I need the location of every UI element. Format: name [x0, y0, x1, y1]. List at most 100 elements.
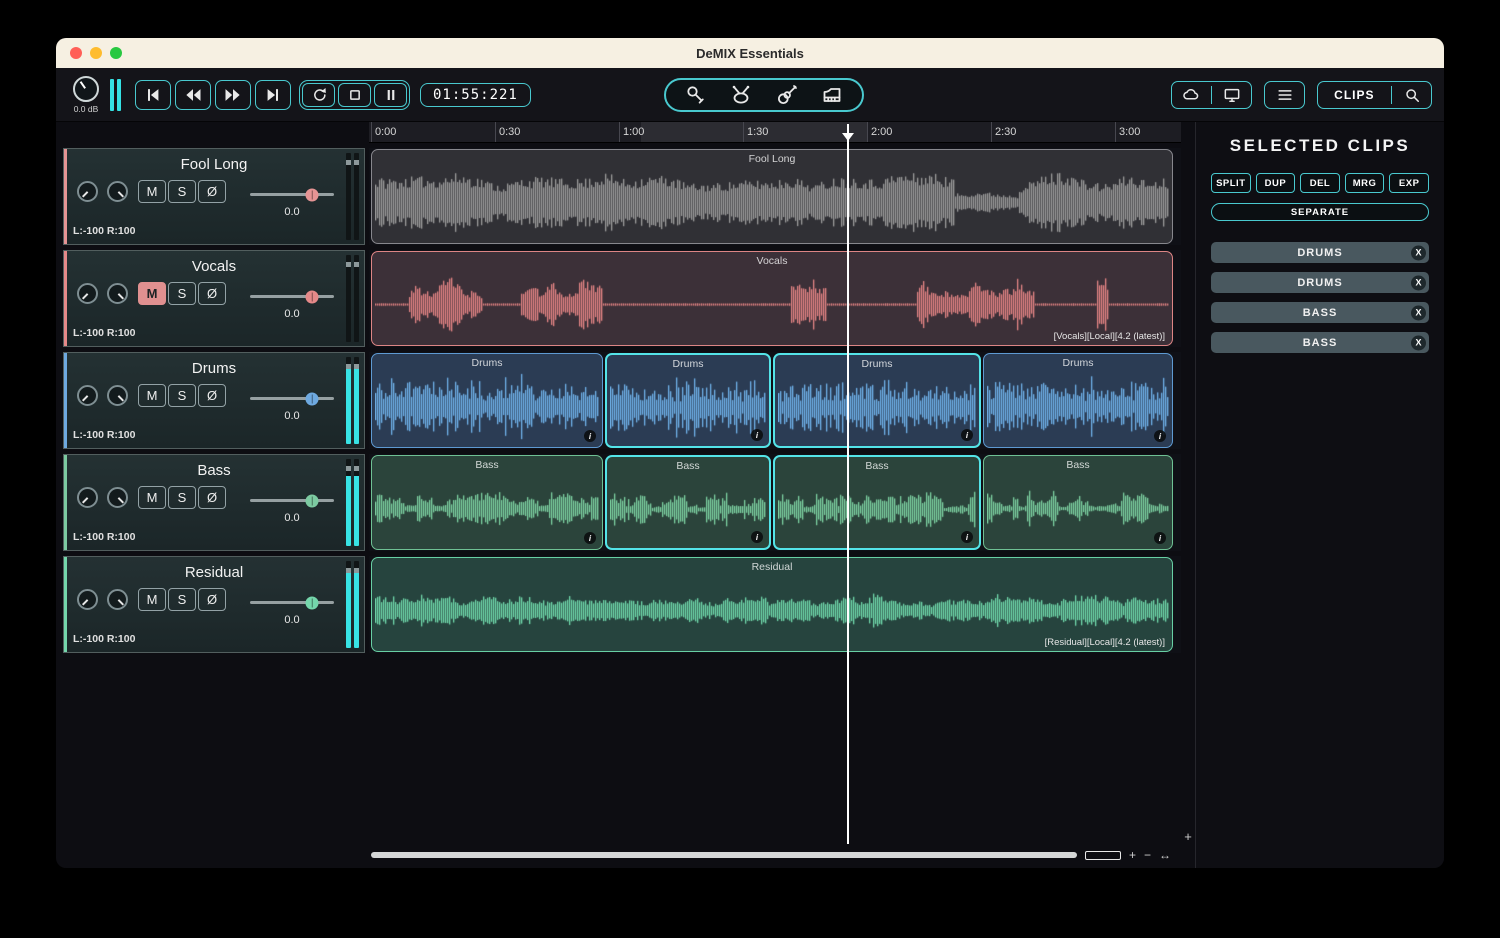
- solo-button[interactable]: S: [168, 180, 196, 203]
- info-icon[interactable]: i: [961, 531, 973, 543]
- zoom-out-icon[interactable]: −: [1144, 850, 1151, 860]
- volume-slider[interactable]: [250, 193, 334, 196]
- phase-button[interactable]: Ø: [198, 282, 226, 305]
- mute-button[interactable]: M: [138, 588, 166, 611]
- export-button[interactable]: EXP: [1389, 173, 1429, 193]
- duplicate-button[interactable]: DUP: [1256, 173, 1296, 193]
- selected-clip-item[interactable]: BASS X: [1211, 332, 1429, 353]
- pan-left-knob[interactable]: [77, 589, 98, 610]
- remove-clip-icon[interactable]: X: [1411, 335, 1426, 350]
- time-display[interactable]: 01:55:221: [420, 83, 531, 107]
- rewind-button[interactable]: [175, 80, 211, 110]
- info-icon[interactable]: i: [1154, 430, 1166, 442]
- pan-left-knob[interactable]: [77, 181, 98, 202]
- clip-bass-3[interactable]: Bass i: [773, 455, 981, 550]
- clip-residual[interactable]: Residual [Residual][Local][4.2 (latest)]: [371, 557, 1173, 652]
- clips-button[interactable]: CLIPS: [1318, 82, 1390, 108]
- remove-clip-icon[interactable]: X: [1411, 245, 1426, 260]
- volume-slider-handle[interactable]: [306, 392, 319, 405]
- cloud-icon[interactable]: [1172, 82, 1211, 108]
- clip-drums-3[interactable]: Drums i: [773, 353, 981, 448]
- pan-left-knob[interactable]: [77, 283, 98, 304]
- separate-button[interactable]: SEPARATE: [1211, 203, 1429, 221]
- search-icon[interactable]: [1392, 82, 1431, 108]
- solo-button[interactable]: S: [168, 384, 196, 407]
- display-icon[interactable]: [1212, 82, 1251, 108]
- merge-button[interactable]: MRG: [1345, 173, 1385, 193]
- pan-left-knob[interactable]: [77, 385, 98, 406]
- pan-right-knob[interactable]: [107, 385, 128, 406]
- delete-button[interactable]: DEL: [1300, 173, 1340, 193]
- volume-slider[interactable]: [250, 295, 334, 298]
- mute-button[interactable]: M: [138, 384, 166, 407]
- zoom-in-icon[interactable]: +: [1129, 850, 1136, 860]
- close-button[interactable]: [70, 47, 82, 59]
- phase-button[interactable]: Ø: [198, 588, 226, 611]
- pause-button[interactable]: [374, 83, 407, 107]
- clip-fool-long[interactable]: Fool Long: [371, 149, 1173, 244]
- volume-slider[interactable]: [250, 499, 334, 502]
- menu-icon[interactable]: [1265, 82, 1304, 108]
- mute-button[interactable]: M: [138, 282, 166, 305]
- skip-start-button[interactable]: [135, 80, 171, 110]
- volume-slider-handle[interactable]: [306, 596, 319, 609]
- microphone-icon[interactable]: [679, 81, 711, 109]
- info-icon[interactable]: i: [584, 532, 596, 544]
- volume-slider-handle[interactable]: [306, 290, 319, 303]
- stop-button[interactable]: [338, 83, 371, 107]
- loop-button[interactable]: [302, 83, 335, 107]
- fast-forward-button[interactable]: [215, 80, 251, 110]
- split-button[interactable]: SPLIT: [1211, 173, 1251, 193]
- volume-slider-handle[interactable]: [306, 494, 319, 507]
- phase-button[interactable]: Ø: [198, 384, 226, 407]
- info-icon[interactable]: i: [1154, 532, 1166, 544]
- volume-value: 0.0: [250, 410, 334, 422]
- clip-bass-4[interactable]: Bass i: [983, 455, 1173, 550]
- volume-slider[interactable]: [250, 397, 334, 400]
- info-icon[interactable]: i: [961, 429, 973, 441]
- clip-vocals[interactable]: Vocals [Vocals][Local][4.2 (latest)]: [371, 251, 1173, 346]
- remove-clip-icon[interactable]: X: [1411, 305, 1426, 320]
- mute-button[interactable]: M: [138, 486, 166, 509]
- solo-button[interactable]: S: [168, 588, 196, 611]
- pan-right-knob[interactable]: [107, 283, 128, 304]
- phase-button[interactable]: Ø: [198, 486, 226, 509]
- piano-icon[interactable]: [816, 81, 848, 109]
- info-icon[interactable]: i: [584, 430, 596, 442]
- clip-drums-1[interactable]: Drums i: [371, 353, 603, 448]
- master-volume-knob[interactable]: [73, 76, 99, 102]
- selected-clip-item[interactable]: DRUMS X: [1211, 242, 1429, 263]
- selected-clip-item[interactable]: DRUMS X: [1211, 272, 1429, 293]
- clip-bass-2[interactable]: Bass i: [605, 455, 771, 550]
- zoom-fit-icon[interactable]: ↔: [1159, 850, 1171, 860]
- timeline-ruler[interactable]: 0:00 0:30 1:00 1:30 2:00 2:30 3:00: [369, 122, 1181, 143]
- playhead[interactable]: [847, 124, 849, 844]
- zoom-button[interactable]: [110, 47, 122, 59]
- selected-clip-item[interactable]: BASS X: [1211, 302, 1429, 323]
- volume-slider-handle[interactable]: [306, 188, 319, 201]
- clip-bass-1[interactable]: Bass i: [371, 455, 603, 550]
- playhead-marker[interactable]: [842, 133, 854, 147]
- solo-button[interactable]: S: [168, 282, 196, 305]
- minimize-button[interactable]: [90, 47, 102, 59]
- volume-slider[interactable]: [250, 601, 334, 604]
- solo-button[interactable]: S: [168, 486, 196, 509]
- vertical-zoom-in-icon[interactable]: +: [1184, 829, 1192, 844]
- pan-right-knob[interactable]: [107, 181, 128, 202]
- zoom-range-box[interactable]: [1085, 851, 1121, 860]
- info-icon[interactable]: i: [751, 429, 763, 441]
- pan-right-knob[interactable]: [107, 589, 128, 610]
- skip-end-button[interactable]: [255, 80, 291, 110]
- pan-right-knob[interactable]: [107, 487, 128, 508]
- guitar-icon[interactable]: [771, 81, 803, 109]
- clip-drums-4[interactable]: Drums i: [983, 353, 1173, 448]
- level-meter: [346, 357, 359, 444]
- drums-icon[interactable]: [725, 81, 757, 109]
- info-icon[interactable]: i: [751, 531, 763, 543]
- mute-button[interactable]: M: [138, 180, 166, 203]
- pan-left-knob[interactable]: [77, 487, 98, 508]
- clip-drums-2[interactable]: Drums i: [605, 353, 771, 448]
- phase-button[interactable]: Ø: [198, 180, 226, 203]
- remove-clip-icon[interactable]: X: [1411, 275, 1426, 290]
- scrollbar-track[interactable]: [371, 852, 1077, 858]
